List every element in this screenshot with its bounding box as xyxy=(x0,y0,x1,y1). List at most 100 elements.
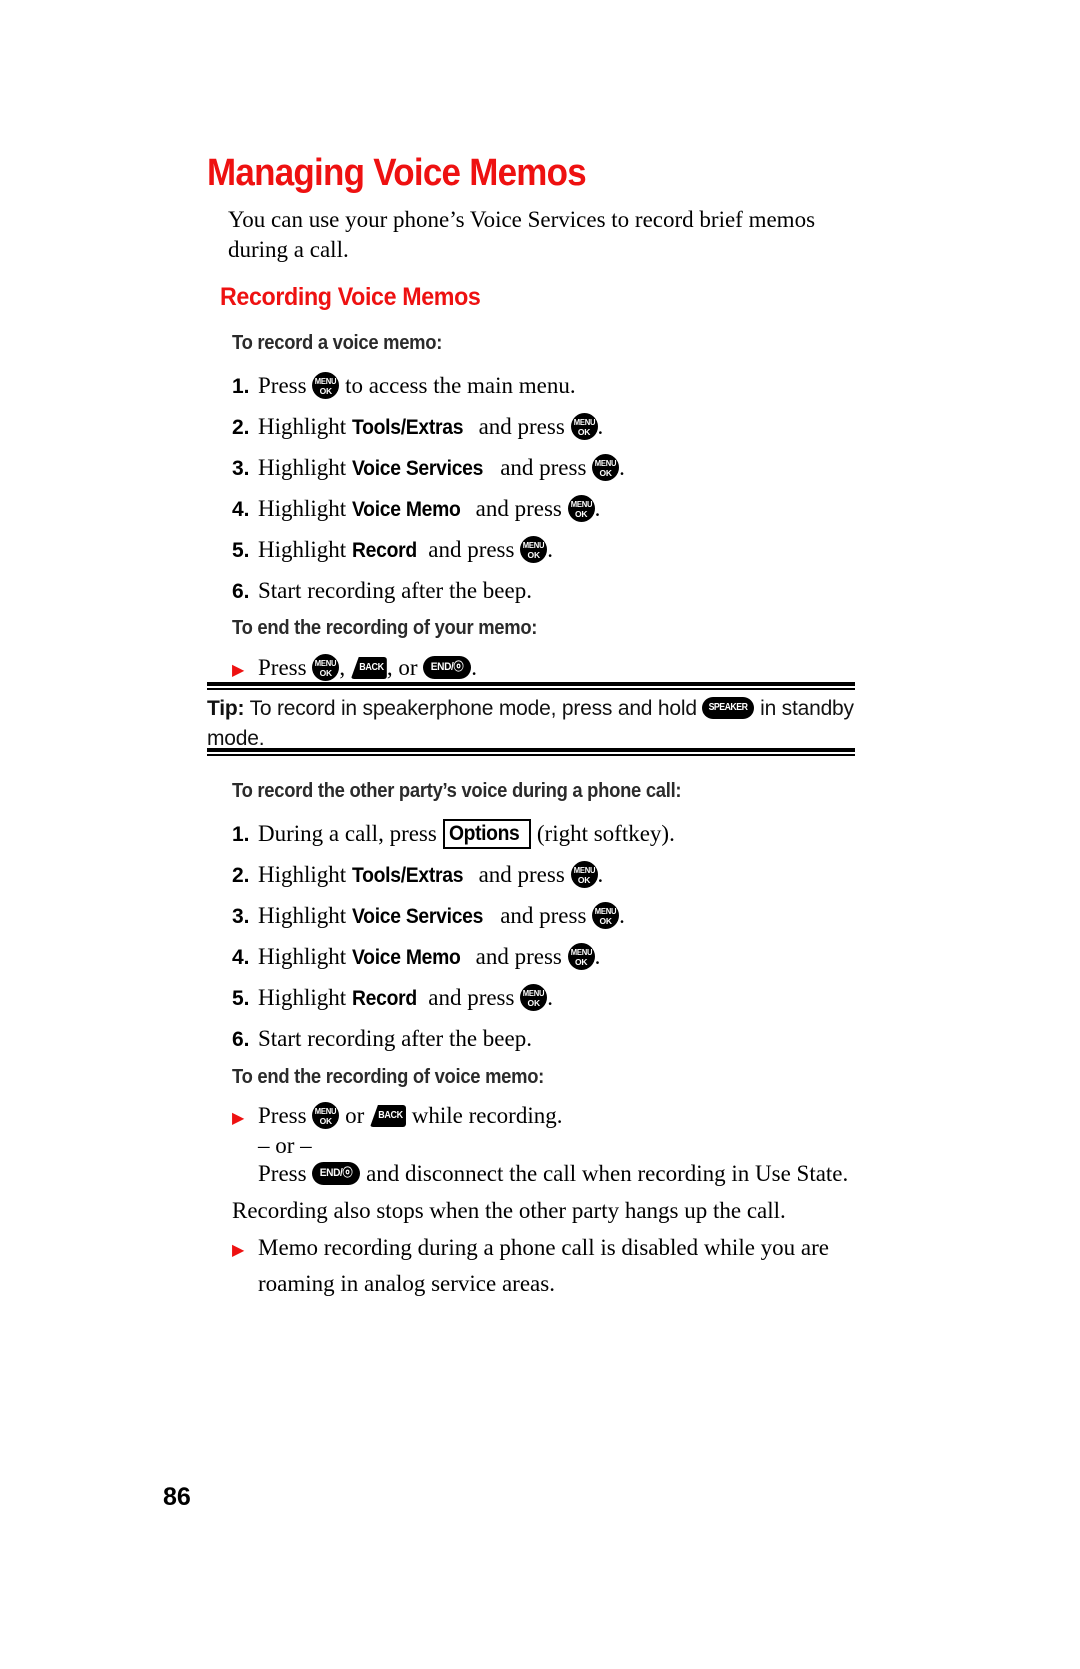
step-text-mid: and press xyxy=(472,414,571,439)
menu-ok-key-icon[interactable]: MENU OK xyxy=(592,902,620,929)
menu-ok-key-icon[interactable]: MENU OK xyxy=(592,454,620,481)
step-text-pre: Start recording after the beep. xyxy=(258,578,532,603)
step-text-post: . xyxy=(547,537,553,562)
step-row: 6. Start recording after the beep. xyxy=(232,576,892,607)
step-text-post: . xyxy=(597,862,604,887)
step-text-post: while recording. xyxy=(405,1103,563,1128)
menu-ok-key-icon[interactable]: MENU OK xyxy=(567,495,595,522)
step-row: 6. Start recording after the beep. xyxy=(232,1024,892,1055)
step-text-mid: and press xyxy=(472,862,571,887)
menu-ok-key-icon[interactable]: MENU OK xyxy=(312,1102,340,1129)
note-recording-stops: Recording also stops when the other part… xyxy=(232,1198,786,1223)
step-text-pre: Press xyxy=(258,373,313,398)
step-text-post: . xyxy=(619,903,625,928)
tip-callout: Tip: To record in speakerphone mode, pre… xyxy=(207,694,867,754)
step-number: 3. xyxy=(232,457,250,480)
page-number: 86 xyxy=(163,1483,191,1511)
menu-item-name: Record xyxy=(351,987,417,1010)
step-text-post: to access the main menu. xyxy=(339,373,576,398)
bullet-arrow-icon: ▶ xyxy=(232,1242,245,1259)
tip-label: Tip: xyxy=(207,697,245,720)
menu-item-name: Record xyxy=(351,539,417,562)
menu-item-name: Tools/Extras xyxy=(351,416,464,439)
menu-ok-key-icon[interactable]: MENU OK xyxy=(570,861,598,888)
step-number: 4. xyxy=(232,946,250,969)
step-text-pre: Highlight xyxy=(258,414,352,439)
step-text-pre: Highlight xyxy=(258,944,352,969)
step-number: 2. xyxy=(232,416,250,439)
step-text-mid: and press xyxy=(469,944,568,969)
step-text-mid2: , or xyxy=(386,655,424,680)
step-text-pre: Start recording after the beep. xyxy=(258,1026,532,1051)
subheading-to-record-a-voice-memo: To record a voice memo: xyxy=(232,332,443,354)
step-text-post: . xyxy=(594,944,601,969)
menu-item-name: Voice Services xyxy=(351,905,484,928)
step-row: 3. Highlight Voice Services and press MEN… xyxy=(232,453,892,484)
step-number: 4. xyxy=(232,498,250,521)
step-text-mid: and press xyxy=(494,903,593,928)
end-power-key-icon[interactable]: END/ⓞ xyxy=(423,656,472,679)
step-text-pre: Highlight xyxy=(258,537,352,562)
menu-item-name: Tools/Extras xyxy=(351,864,464,887)
tip-bottom-rule xyxy=(207,748,855,756)
speaker-key-icon[interactable]: SPEAKER xyxy=(702,697,755,719)
tip-text-before: To record in speakerphone mode, press an… xyxy=(244,697,703,720)
step-text-mid: and press xyxy=(494,455,593,480)
menu-ok-key-icon[interactable]: MENU OK xyxy=(312,372,340,399)
step-row: 3. Highlight Voice Services and press MEN… xyxy=(232,901,892,932)
step-number: 6. xyxy=(232,580,250,603)
step-text-pre: During a call, press xyxy=(258,821,443,846)
step-number: 1. xyxy=(232,375,250,398)
options-softkey-button[interactable]: Options xyxy=(442,819,532,849)
page-title: Managing Voice Memos xyxy=(207,152,587,194)
step-row: 2. Highlight Tools/Extras and press MENU O… xyxy=(232,860,892,891)
step-text-pre: Press xyxy=(258,655,313,680)
back-key-icon[interactable]: BACK xyxy=(369,1105,406,1127)
menu-ok-key-icon[interactable]: MENU OK xyxy=(520,984,548,1011)
step-text-post: . xyxy=(547,985,553,1010)
step-row: 1. During a call, press Options (right so… xyxy=(232,819,892,850)
subheading-to-end-recording-voice-memo: To end the recording of voice memo: xyxy=(232,1066,545,1088)
bullet-arrow-icon: ▶ xyxy=(232,1110,245,1127)
step-row: 4. Highlight Voice Memo and press MENU OK. xyxy=(232,942,892,973)
step-text-mid1: , xyxy=(339,655,351,680)
step-row: 4. Highlight Voice Memo and press MENU OK. xyxy=(232,494,892,525)
menu-item-name: Voice Memo xyxy=(351,498,461,521)
step-text-post: . xyxy=(471,655,477,680)
step-text-mid: and press xyxy=(422,985,521,1010)
step-number: 2. xyxy=(232,864,250,887)
step-number: 5. xyxy=(232,987,250,1010)
step-number: 3. xyxy=(232,905,250,928)
subheading-to-end-recording-your-memo: To end the recording of your memo: xyxy=(232,617,538,639)
subheading-record-other-party: To record the other party’s voice during… xyxy=(232,780,682,802)
step-text-post: . xyxy=(597,414,604,439)
step-text-pre: Highlight xyxy=(258,496,352,521)
back-key-icon[interactable]: BACK xyxy=(350,657,387,679)
note-text: Memo recording during a phone call is di… xyxy=(258,1235,830,1296)
end-recording-alt-row: Press END/ⓞ and disconnect the call when… xyxy=(258,1159,918,1189)
step-number: 1. xyxy=(232,823,250,846)
manual-page: Managing Voice Memos You can use your ph… xyxy=(0,0,1080,1669)
step-text-mid: and press xyxy=(469,496,568,521)
end-power-key-icon[interactable]: END/ⓞ xyxy=(312,1162,361,1185)
menu-ok-key-icon[interactable]: MENU OK xyxy=(570,413,598,440)
step-text-pre: Highlight xyxy=(258,455,352,480)
menu-ok-key-icon[interactable]: MENU OK xyxy=(567,943,595,970)
note-roaming-disabled: ▶ Memo recording during a phone call is d… xyxy=(232,1231,908,1300)
step-text-post: . xyxy=(594,496,601,521)
menu-ok-key-icon[interactable]: MENU OK xyxy=(520,536,548,563)
step-text-pre: Press xyxy=(258,1103,313,1128)
step-number: 5. xyxy=(232,539,250,562)
step-text-pre: Press xyxy=(258,1161,313,1186)
step-text-mid: or xyxy=(339,1103,370,1128)
section-heading-recording-voice-memos: Recording Voice Memos xyxy=(220,283,481,311)
step-number: 6. xyxy=(232,1028,250,1051)
intro-paragraph: You can use your phone’s Voice Services … xyxy=(228,207,816,262)
step-text-pre: Highlight xyxy=(258,903,352,928)
step-text-pre: Highlight xyxy=(258,862,352,887)
step-row: 1. Press MENU OK to access the main menu. xyxy=(232,371,892,402)
menu-item-name: Voice Memo xyxy=(351,946,461,969)
menu-item-name: Voice Services xyxy=(351,457,484,480)
step-text-post: (right softkey). xyxy=(531,821,675,846)
menu-ok-key-icon[interactable]: MENU OK xyxy=(312,654,340,681)
